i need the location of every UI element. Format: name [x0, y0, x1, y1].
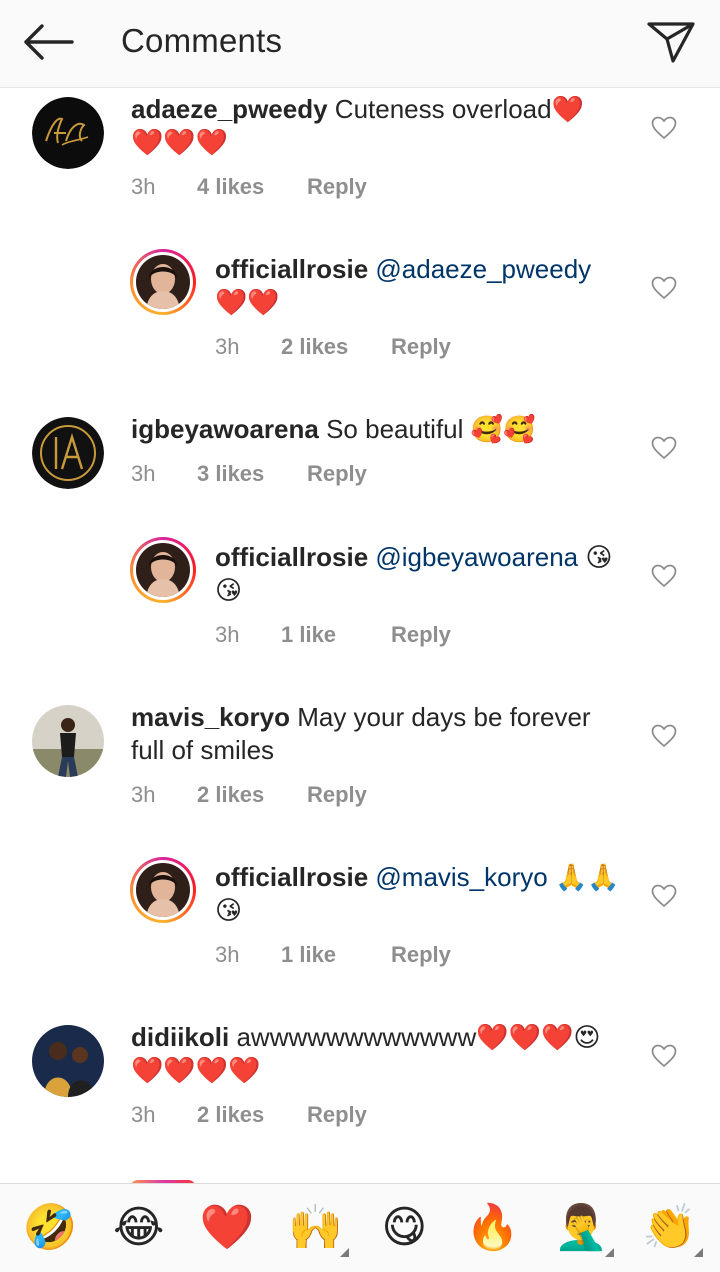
like-button[interactable] — [648, 720, 680, 752]
skin-tone-indicator — [339, 1248, 349, 1257]
comment-meta: 3h 2 likes Reply — [215, 334, 451, 360]
avatar[interactable] — [32, 705, 104, 777]
arrow-left-icon — [24, 24, 74, 60]
comment-likes[interactable]: 1 like — [281, 622, 391, 648]
comment-body: So beautiful 🥰🥰 — [318, 414, 536, 444]
heart-outline-icon — [651, 724, 677, 748]
page-title: Comments — [121, 22, 283, 59]
comment-username[interactable]: igbeyawoarena — [131, 414, 319, 444]
raised-hands-emoji[interactable]: 🙌 — [281, 1193, 351, 1263]
like-button[interactable] — [648, 272, 680, 304]
facepalm-emoji[interactable]: 🤦‍♂️ — [546, 1193, 616, 1263]
like-button[interactable] — [648, 112, 680, 144]
avatar[interactable] — [130, 537, 196, 603]
emoji-quick-bar: 🤣 😂 ❤️ 🙌 😋 🔥 🤦‍♂️ 👏 — [0, 1183, 720, 1272]
avatar[interactable] — [130, 249, 196, 315]
yum-emoji[interactable]: 😋 — [369, 1193, 439, 1263]
paper-plane-icon — [647, 22, 695, 63]
comment-body: ❤️❤️ — [215, 287, 280, 317]
clap-emoji[interactable]: 👏 — [635, 1193, 705, 1263]
heart-outline-icon — [651, 276, 677, 300]
mention-link[interactable]: @mavis_koryo — [375, 862, 547, 892]
comment-time: 3h — [131, 1102, 156, 1127]
skin-tone-indicator — [693, 1248, 703, 1257]
top-bar: Comments — [0, 0, 720, 88]
comment-time: 3h — [131, 174, 156, 199]
comment-username[interactable]: didiikoli — [131, 1022, 229, 1052]
comment-likes[interactable]: 2 likes — [281, 334, 391, 360]
ia-logo-icon — [32, 417, 104, 489]
heart-emoji[interactable]: ❤️ — [192, 1193, 262, 1263]
comment-meta: 3h 2 likes Reply — [131, 1102, 367, 1128]
comment-meta: 3h 1 like Reply — [215, 622, 451, 648]
skin-tone-indicator — [605, 1248, 615, 1257]
reply-button[interactable]: Reply — [391, 334, 451, 360]
comment-username[interactable]: adaeze_pweedy — [131, 94, 328, 124]
rosie-photo-icon — [136, 863, 190, 917]
comment-time: 3h — [215, 334, 240, 359]
tears-of-joy-emoji[interactable]: 😂 — [104, 1193, 174, 1263]
mavis-photo-icon — [32, 705, 104, 777]
heart-outline-icon — [651, 436, 677, 460]
avatar[interactable] — [32, 97, 104, 169]
reply-button[interactable]: Reply — [307, 461, 367, 487]
comment-time: 3h — [131, 782, 156, 807]
didi-photo-icon — [32, 1025, 104, 1097]
like-button[interactable] — [648, 432, 680, 464]
rosie-photo-icon — [136, 543, 190, 597]
comment-time: 3h — [215, 622, 240, 647]
fire-emoji[interactable]: 🔥 — [458, 1193, 528, 1263]
avatar[interactable] — [32, 1025, 104, 1097]
comment-text: didiikoli awwwwwwwwwwww❤️❤️❤️😍❤️❤️❤️❤️ — [131, 1021, 611, 1087]
comment-text: officiallrosie @adaeze_pweedy ❤️❤️ — [215, 253, 625, 319]
comments-list[interactable]: adaeze_pweedy Cuteness overload❤️❤️❤️❤️ … — [0, 88, 720, 1183]
like-button[interactable] — [648, 880, 680, 912]
reply-button[interactable]: Reply — [307, 174, 367, 200]
comment-time: 3h — [215, 942, 240, 967]
heart-outline-icon — [651, 884, 677, 908]
comment-meta: 3h 3 likes Reply — [131, 461, 367, 487]
comment-likes[interactable]: 2 likes — [197, 782, 307, 808]
heart-outline-icon — [651, 564, 677, 588]
like-button[interactable] — [648, 560, 680, 592]
heart-outline-icon — [651, 116, 677, 140]
comment-likes[interactable]: 2 likes — [197, 1102, 307, 1128]
rofl-emoji[interactable]: 🤣 — [15, 1193, 85, 1263]
comment-meta: 3h 2 likes Reply — [131, 782, 367, 808]
comment-username[interactable]: officiallrosie — [215, 254, 368, 284]
comment-likes[interactable]: 3 likes — [197, 461, 307, 487]
reply-button[interactable]: Reply — [307, 1102, 367, 1128]
mention-link[interactable]: @adaeze_pweedy — [375, 254, 591, 284]
reply-button[interactable]: Reply — [391, 622, 451, 648]
avatar[interactable] — [32, 417, 104, 489]
back-button[interactable] — [18, 18, 78, 66]
comment-text: mavis_koryo May your days be forever ful… — [131, 701, 611, 767]
reply-button[interactable]: Reply — [391, 942, 451, 968]
comment-username[interactable]: officiallrosie — [215, 862, 368, 892]
heart-outline-icon — [651, 1044, 677, 1068]
comment-meta: 3h 1 like Reply — [215, 942, 451, 968]
adaeze-logo-icon — [32, 97, 104, 169]
comment-username[interactable]: officiallrosie — [215, 542, 368, 572]
comment-text: adaeze_pweedy Cuteness overload❤️❤️❤️❤️ — [131, 93, 611, 159]
mention-link[interactable]: @igbeyawoarena — [375, 542, 578, 572]
comment-username[interactable]: mavis_koryo — [131, 702, 290, 732]
comment-meta: 3h 4 likes Reply — [131, 174, 367, 200]
reply-button[interactable]: Reply — [307, 782, 367, 808]
comment-text: officiallrosie @mavis_koryo 🙏🙏😘 — [215, 861, 625, 927]
avatar[interactable] — [130, 857, 196, 923]
comment-text: igbeyawoarena So beautiful 🥰🥰 — [131, 413, 611, 446]
comment-likes[interactable]: 4 likes — [197, 174, 307, 200]
comment-text: officiallrosie @igbeyawoarena 😘😘 — [215, 541, 625, 607]
comment-likes[interactable]: 1 like — [281, 942, 391, 968]
like-button[interactable] — [648, 1040, 680, 1072]
comment-time: 3h — [131, 461, 156, 486]
rosie-photo-icon — [136, 255, 190, 309]
share-button[interactable] — [640, 14, 702, 70]
